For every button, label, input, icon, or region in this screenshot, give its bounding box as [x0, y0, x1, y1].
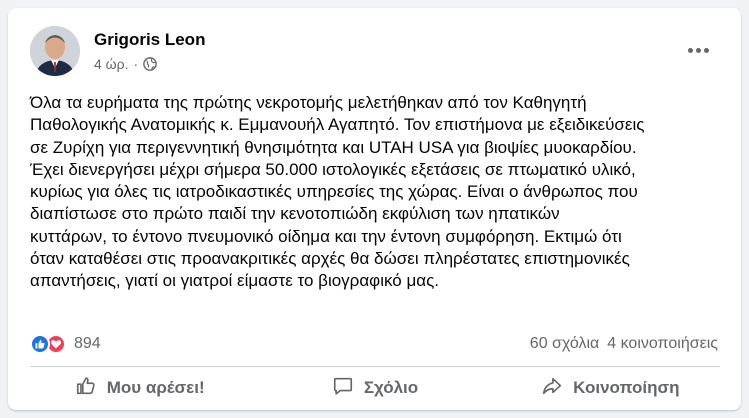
reactions-summary[interactable]: 894	[30, 334, 101, 354]
divider	[30, 366, 720, 367]
post-card: Grigoris Leon 4 ώρ. · Όλα τα ευρήματα τη…	[8, 8, 741, 410]
post-text: Όλα τα ευρήματα της πρώτης νεκροτομής με…	[30, 93, 645, 291]
post-stats: 894 60 σχόλια 4 κοινοποιήσεις	[30, 326, 732, 360]
share-button[interactable]: Κοινοποίηση	[493, 370, 728, 406]
comments-count[interactable]: 60 σχόλια	[530, 335, 599, 353]
post-meta: 4 ώρ. ·	[94, 56, 157, 72]
share-icon	[541, 375, 563, 402]
globe-icon	[143, 57, 157, 71]
post-time[interactable]: 4 ώρ.	[94, 56, 128, 72]
comment-button[interactable]: Σχόλιο	[257, 370, 492, 406]
comment-label: Σχόλιο	[363, 378, 419, 397]
author-name[interactable]: Grigoris Leon	[94, 30, 205, 50]
more-options-icon[interactable]	[680, 32, 716, 68]
like-button[interactable]: Μου αρέσει!	[22, 370, 257, 406]
comment-icon	[332, 375, 354, 402]
meta-separator: ·	[133, 56, 139, 72]
thumbs-up-icon	[75, 375, 97, 402]
shares-count[interactable]: 4 κοινοποιήσεις	[607, 335, 718, 353]
engagement-counts: 60 σχόλια 4 κοινοποιήσεις	[530, 335, 718, 353]
post-header: Grigoris Leon 4 ώρ. ·	[30, 26, 720, 78]
action-bar: Μου αρέσει! Σχόλιο Κοινοποίηση	[22, 370, 728, 406]
reaction-count: 894	[74, 335, 101, 352]
like-label: Μου αρέσει!	[106, 378, 205, 397]
like-reaction-icon	[30, 334, 50, 354]
avatar[interactable]	[30, 26, 80, 76]
share-label: Κοινοποίηση	[573, 378, 680, 397]
